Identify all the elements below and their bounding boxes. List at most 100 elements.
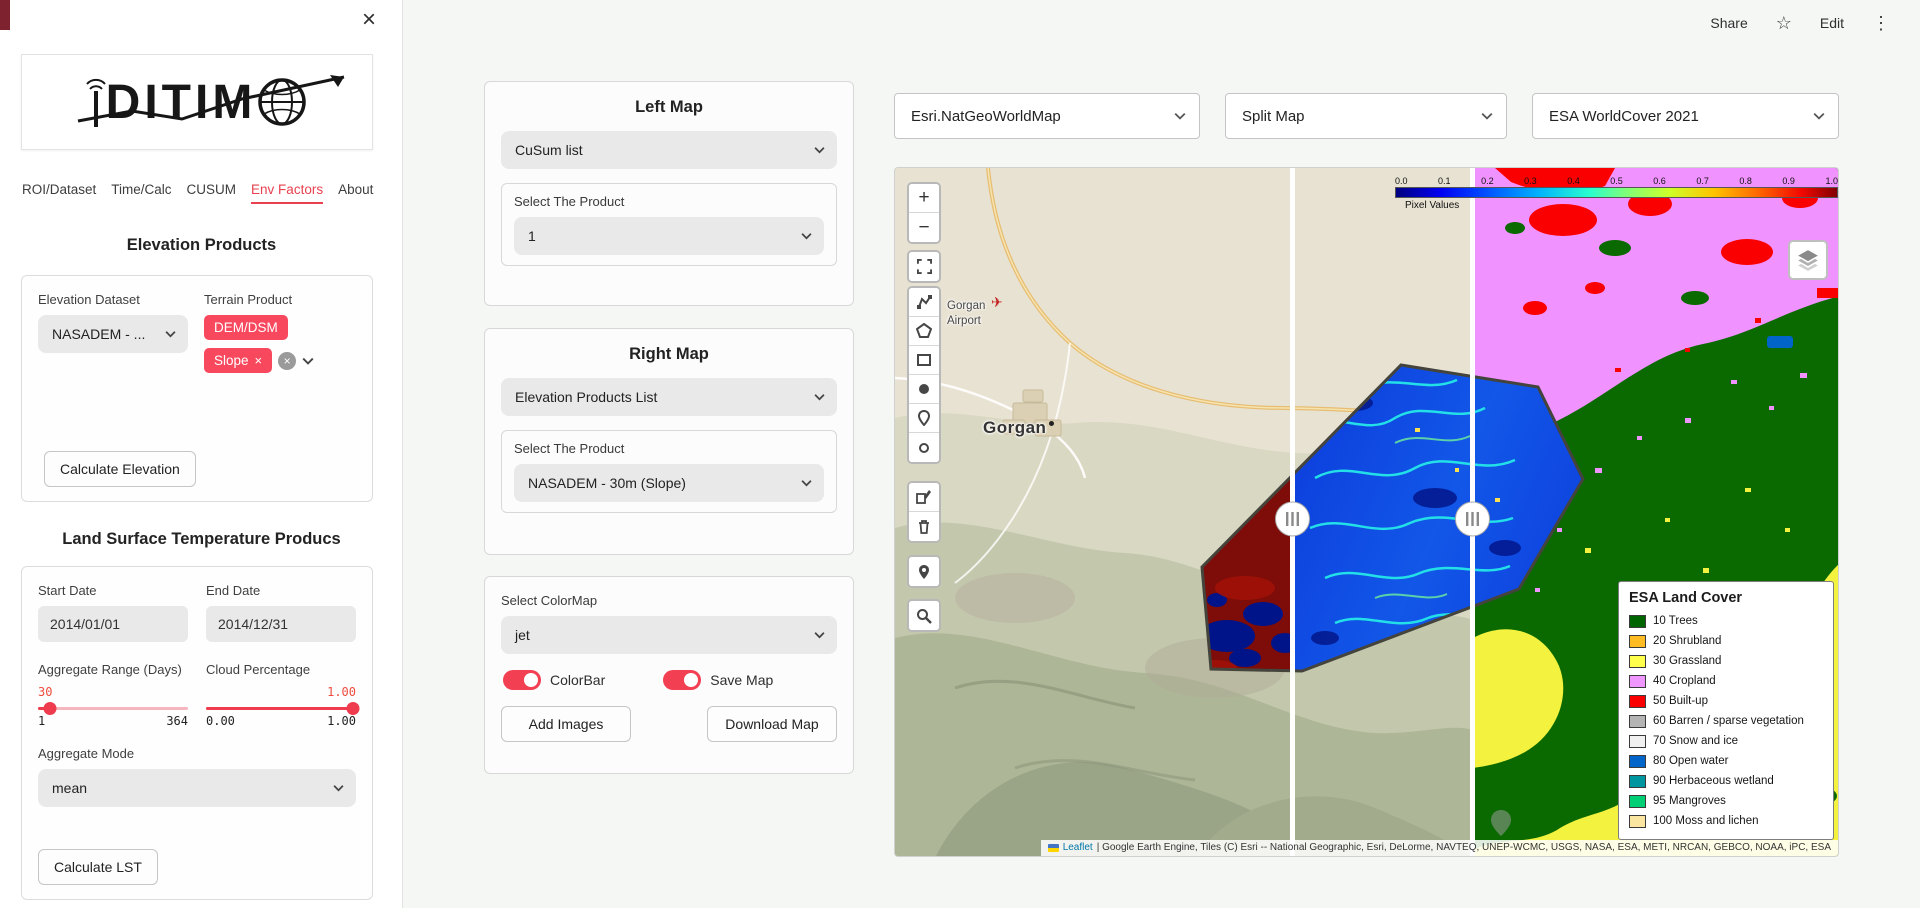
antenna-icon xyxy=(86,75,106,129)
save-map-toggle[interactable]: Save Map xyxy=(663,670,773,690)
airport-label: ✈ Gorgan Airport xyxy=(947,299,1001,329)
calculate-elevation-button[interactable]: Calculate Elevation xyxy=(44,451,196,487)
legend-color-swatch xyxy=(1629,775,1646,788)
delete-layers-button[interactable] xyxy=(909,512,939,541)
chevron-down-icon xyxy=(814,394,825,401)
chevron-down-icon[interactable] xyxy=(302,357,314,365)
lst-card: Start Date 2014/01/01 End Date 2014/12/3… xyxy=(21,566,373,900)
overlay-select[interactable]: ESA WorldCover 2021 xyxy=(1532,93,1839,139)
edit-toolbar xyxy=(907,481,941,543)
legend-item: 40 Cropland xyxy=(1629,671,1823,691)
elevation-card: Elevation Dataset NASADEM - ... Terrain … xyxy=(21,275,373,502)
tab-cusum[interactable]: CUSUM xyxy=(187,182,237,204)
chevron-down-icon xyxy=(814,632,825,639)
circlemarker-icon xyxy=(916,440,932,456)
circle-icon xyxy=(916,381,932,397)
draw-marker-button[interactable] xyxy=(909,404,939,433)
legend-color-swatch xyxy=(1629,615,1646,628)
split-mode-select[interactable]: Split Map xyxy=(1225,93,1507,139)
split-handle-right[interactable] xyxy=(1456,502,1490,536)
colorbar-toggle[interactable]: ColorBar xyxy=(503,670,605,690)
toggle-track[interactable] xyxy=(503,670,541,690)
split-handle-left[interactable] xyxy=(1276,502,1310,536)
chip-dem-dsm[interactable]: DEM/DSM xyxy=(204,315,288,340)
legend-item: 10 Trees xyxy=(1629,611,1823,631)
kebab-menu-icon[interactable]: ⋮ xyxy=(1872,13,1890,34)
terrain-product-multiselect[interactable]: DEM/DSM Slope × × xyxy=(204,315,356,373)
colormap-select[interactable]: jet xyxy=(501,616,837,654)
select-value: ESA WorldCover 2021 xyxy=(1549,108,1699,125)
left-product-select[interactable]: 1 xyxy=(514,217,824,255)
basemap-select[interactable]: Esri.NatGeoWorldMap xyxy=(894,93,1200,139)
globe-icon xyxy=(256,76,308,128)
sidebar: × DITIM ROI/Dataset Time/Calc xyxy=(0,0,403,908)
fullscreen-icon xyxy=(917,259,932,274)
edit-layers-button[interactable] xyxy=(909,483,939,512)
tab-time-calc[interactable]: Time/Calc xyxy=(111,182,171,204)
left-map-list-select[interactable]: CuSum list xyxy=(501,131,837,169)
share-button[interactable]: Share xyxy=(1710,15,1747,31)
chevron-down-icon xyxy=(814,147,825,154)
place-marker-button[interactable] xyxy=(909,557,939,586)
pin-icon xyxy=(916,564,932,580)
pixel-values-colorbar: 0.00.1 0.20.3 0.40.5 0.60.7 0.80.9 1.0 P… xyxy=(1395,176,1838,211)
search-button[interactable] xyxy=(909,601,939,630)
right-product-box: Select The Product NASADEM - 30m (Slope) xyxy=(501,430,837,513)
end-date-input[interactable]: 2014/12/31 xyxy=(206,606,356,642)
right-map-list-select[interactable]: Elevation Products List xyxy=(501,378,837,416)
chevron-down-icon xyxy=(801,233,812,240)
download-map-button[interactable]: Download Map xyxy=(707,706,837,742)
draw-circlemarker-button[interactable] xyxy=(909,433,939,462)
tab-roi-dataset[interactable]: ROI/Dataset xyxy=(22,182,96,204)
cloud-percentage-slider[interactable] xyxy=(206,707,356,710)
leaflet-link[interactable]: Leaflet xyxy=(1063,842,1093,853)
draw-circle-button[interactable] xyxy=(909,375,939,404)
draw-rectangle-button[interactable] xyxy=(909,346,939,375)
slider-thumb[interactable] xyxy=(347,702,360,715)
draw-polyline-button[interactable] xyxy=(909,288,939,317)
zoom-out-button[interactable]: − xyxy=(909,213,939,242)
add-images-button[interactable]: Add Images xyxy=(501,706,631,742)
select-value: NASADEM - 30m (Slope) xyxy=(528,475,686,491)
chip-remove-icon[interactable]: × xyxy=(255,354,263,367)
search-icon xyxy=(916,608,932,624)
window-edge-accent xyxy=(0,0,10,30)
map[interactable]: + − xyxy=(894,167,1839,857)
polygon-icon xyxy=(916,323,932,339)
chip-slope[interactable]: Slope × xyxy=(204,348,272,373)
chevron-down-icon xyxy=(1813,112,1825,120)
tab-about[interactable]: About xyxy=(338,182,373,204)
aggregate-mode-select[interactable]: mean xyxy=(38,769,356,807)
slider-thumb[interactable] xyxy=(44,702,57,715)
edit-button[interactable]: Edit xyxy=(1820,15,1844,31)
zoom-in-button[interactable]: + xyxy=(909,184,939,213)
toggle-track[interactable] xyxy=(663,670,701,690)
chevron-down-icon xyxy=(801,480,812,487)
elevation-dataset-select[interactable]: NASADEM - ... xyxy=(38,315,188,353)
clear-selection-icon[interactable]: × xyxy=(278,352,296,370)
draw-toolbar xyxy=(907,286,941,464)
right-map-card: Right Map Elevation Products List Select… xyxy=(484,328,854,555)
layers-control-button[interactable] xyxy=(1788,240,1828,280)
legend-item: 100 Moss and lichen xyxy=(1629,811,1823,831)
draw-polygon-button[interactable] xyxy=(909,317,939,346)
star-icon[interactable]: ☆ xyxy=(1776,13,1792,34)
legend-color-swatch xyxy=(1629,795,1646,808)
chevron-down-icon xyxy=(1174,112,1186,120)
select-value: Elevation Products List xyxy=(515,389,657,405)
logo-text: DITIM xyxy=(106,75,257,130)
right-product-select[interactable]: NASADEM - 30m (Slope) xyxy=(514,464,824,502)
left-map-title: Left Map xyxy=(501,98,837,117)
elevation-dataset-label: Elevation Dataset xyxy=(38,292,188,307)
calculate-lst-button[interactable]: Calculate LST xyxy=(38,849,158,885)
lst-heading: Land Surface Temperature Producs xyxy=(0,530,403,549)
terrain-product-label: Terrain Product xyxy=(204,292,356,307)
aggregate-range-slider[interactable] xyxy=(38,707,188,710)
start-date-input[interactable]: 2014/01/01 xyxy=(38,606,188,642)
trash-icon xyxy=(916,519,932,535)
fullscreen-button[interactable] xyxy=(909,252,939,281)
map-attribution: Leaflet | Google Earth Engine, Tiles (C)… xyxy=(1041,840,1838,856)
nav-tabs: ROI/Dataset Time/Calc CUSUM Env Factors … xyxy=(22,182,394,204)
tab-env-factors[interactable]: Env Factors xyxy=(251,182,323,204)
close-icon[interactable]: × xyxy=(362,8,376,32)
